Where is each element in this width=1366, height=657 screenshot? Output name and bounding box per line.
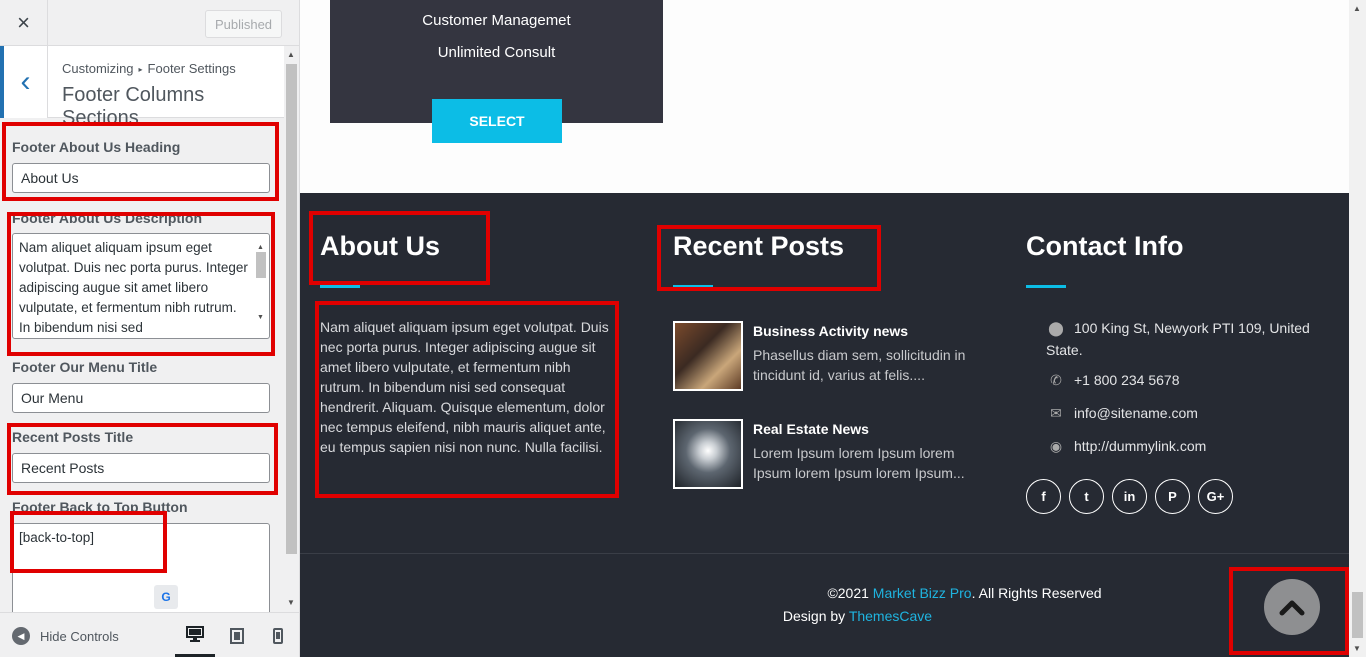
post-excerpt: Lorem Ipsum lorem Ipsum lorem Ipsum lore… bbox=[753, 445, 965, 481]
email-text[interactable]: info@sitename.com bbox=[1074, 405, 1198, 421]
themescave-link[interactable]: ThemesCave bbox=[849, 608, 932, 624]
map-marker-icon: ⬤ bbox=[1048, 320, 1064, 336]
site-preview: Customer Managemet Unlimited Consult SEL… bbox=[300, 0, 1349, 657]
about-heading-input[interactable]: About Us bbox=[12, 163, 270, 193]
mobile-icon bbox=[273, 627, 283, 644]
facebook-icon[interactable]: f bbox=[1026, 479, 1061, 514]
close-customizer-button[interactable]: × bbox=[0, 0, 48, 46]
desktop-icon bbox=[186, 625, 204, 642]
controls-list: Footer About Us Heading About Us Footer … bbox=[0, 118, 284, 612]
page-scrollbar[interactable]: ▲ ▼ bbox=[1349, 0, 1366, 657]
website-text[interactable]: http://dummylink.com bbox=[1074, 438, 1206, 454]
about-text: Nam aliquet aliquam ipsum eget volutpat.… bbox=[320, 319, 609, 455]
contact-address: ⬤ 100 King St, Newyork PTI 109, United St… bbox=[1046, 317, 1326, 361]
copyright: ©2021 Market Bizz Pro. All Rights Reserv… bbox=[300, 585, 1349, 601]
scroll-down-icon: ▼ bbox=[257, 314, 264, 321]
hide-controls-label: Hide Controls bbox=[40, 628, 119, 644]
copyright-prefix: ©2021 bbox=[827, 585, 873, 601]
tablet-icon bbox=[230, 627, 244, 644]
back-to-top-label: Footer Back to Top Button bbox=[12, 499, 188, 515]
post-thumbnail[interactable] bbox=[673, 419, 743, 489]
panel-scroll-thumb[interactable] bbox=[286, 64, 297, 554]
post-excerpt: Phasellus diam sem, sollicitudin in tinc… bbox=[753, 347, 966, 383]
contact-phone: ✆ +1 800 234 5678 bbox=[1046, 369, 1326, 391]
section-header: ‹ Customizing ▸ Footer Settings Footer Col… bbox=[0, 46, 284, 129]
mobile-preview-button[interactable] bbox=[258, 613, 298, 657]
customizer-header: × Published bbox=[0, 0, 299, 46]
textarea-scroll-thumb[interactable] bbox=[256, 252, 266, 278]
heading-underline bbox=[673, 285, 713, 288]
contact-website: ◉ http://dummylink.com bbox=[1046, 435, 1326, 457]
recent-post-item[interactable]: Real Estate News Lorem Ipsum lorem Ipsum… bbox=[673, 419, 973, 511]
post-thumbnail[interactable] bbox=[673, 321, 743, 391]
heading-underline bbox=[1026, 285, 1066, 288]
recent-posts-title-input[interactable]: Recent Posts bbox=[12, 453, 270, 483]
chevron-left-icon: ‹ bbox=[20, 65, 31, 98]
scroll-up-icon: ▲ bbox=[287, 50, 295, 59]
pinterest-icon[interactable]: P bbox=[1155, 479, 1190, 514]
back-to-top-button[interactable] bbox=[1264, 579, 1320, 635]
about-heading: About Us bbox=[320, 231, 440, 261]
tablet-preview-button[interactable] bbox=[217, 613, 257, 657]
brand-link[interactable]: Market Bizz Pro bbox=[873, 585, 972, 601]
customizer-footer: ◀ Hide Controls bbox=[0, 612, 299, 657]
contact-heading: Contact Info bbox=[1026, 231, 1184, 261]
scroll-up-icon: ▲ bbox=[1353, 4, 1361, 13]
scroll-down-icon: ▼ bbox=[287, 598, 295, 607]
address-text: 100 King St, Newyork PTI 109, United Sta… bbox=[1046, 320, 1310, 358]
chevron-up-icon bbox=[1279, 600, 1305, 616]
published-button[interactable]: Published bbox=[205, 10, 282, 38]
panel-scrollbar[interactable]: ▲ ▼ bbox=[284, 46, 299, 612]
google-plus-icon[interactable]: G+ bbox=[1198, 479, 1233, 514]
about-description-label: Footer About Us Description bbox=[12, 210, 203, 226]
customizer-panel: × Published ‹ Customizing ▸ Footer Setting… bbox=[0, 0, 300, 657]
hide-controls-button[interactable]: ◀ Hide Controls bbox=[12, 627, 119, 645]
breadcrumb-section: Footer Settings bbox=[147, 61, 236, 76]
footer-divider bbox=[300, 553, 1349, 554]
collapse-icon: ◀ bbox=[12, 627, 30, 645]
back-button[interactable]: ‹ bbox=[0, 46, 48, 118]
design-prefix: Design by bbox=[782, 608, 849, 624]
post-title[interactable]: Business Activity news bbox=[753, 323, 968, 339]
about-description-value: Nam aliquet aliquam ipsum eget volutpat.… bbox=[19, 240, 248, 335]
post-title[interactable]: Real Estate News bbox=[753, 421, 968, 437]
design-credit: Design by ThemesCave bbox=[300, 608, 1349, 624]
contact-email: ✉ info@sitename.com bbox=[1046, 402, 1326, 424]
back-to-top-textarea[interactable]: [back-to-top] bbox=[12, 523, 270, 612]
breadcrumb-root: Customizing bbox=[62, 61, 134, 76]
menu-title-input[interactable]: Our Menu bbox=[12, 383, 270, 413]
breadcrumb-arrow-icon: ▸ bbox=[138, 65, 143, 74]
page-scroll-thumb[interactable] bbox=[1352, 592, 1363, 638]
recent-posts-title-label: Recent Posts Title bbox=[12, 429, 134, 445]
scroll-down-icon: ▼ bbox=[1353, 644, 1361, 653]
desktop-preview-button[interactable] bbox=[175, 613, 215, 657]
site-footer: About Us Nam aliquet aliquam ipsum eget … bbox=[300, 193, 1349, 657]
breadcrumb: Customizing ▸ Footer Settings bbox=[62, 61, 236, 76]
pricing-feature: Unlimited Consult bbox=[437, 44, 556, 61]
globe-icon: ◉ bbox=[1049, 438, 1063, 454]
pricing-feature: Customer Managemet bbox=[422, 12, 571, 29]
close-icon: × bbox=[17, 10, 30, 35]
linkedin-icon[interactable]: in bbox=[1112, 479, 1147, 514]
heading-underline bbox=[320, 285, 360, 288]
recent-posts-heading: Recent Posts bbox=[673, 231, 845, 261]
twitter-icon[interactable]: t bbox=[1069, 479, 1104, 514]
recent-post-item[interactable]: Business Activity news Phasellus diam se… bbox=[673, 321, 973, 393]
copyright-suffix: . All Rights Reserved bbox=[971, 585, 1102, 601]
envelope-icon: ✉ bbox=[1050, 405, 1062, 421]
about-description-textarea[interactable]: Nam aliquet aliquam ipsum eget volutpat.… bbox=[12, 233, 270, 339]
textarea-scrollbar[interactable]: ▲ ▼ bbox=[255, 236, 267, 336]
select-plan-button[interactable]: SELECT bbox=[432, 99, 562, 143]
translate-icon[interactable]: G bbox=[154, 585, 178, 609]
phone-text: +1 800 234 5678 bbox=[1074, 372, 1180, 388]
menu-title-label: Footer Our Menu Title bbox=[12, 359, 158, 375]
phone-icon: ✆ bbox=[1050, 372, 1062, 388]
about-heading-label: Footer About Us Heading bbox=[12, 139, 181, 155]
